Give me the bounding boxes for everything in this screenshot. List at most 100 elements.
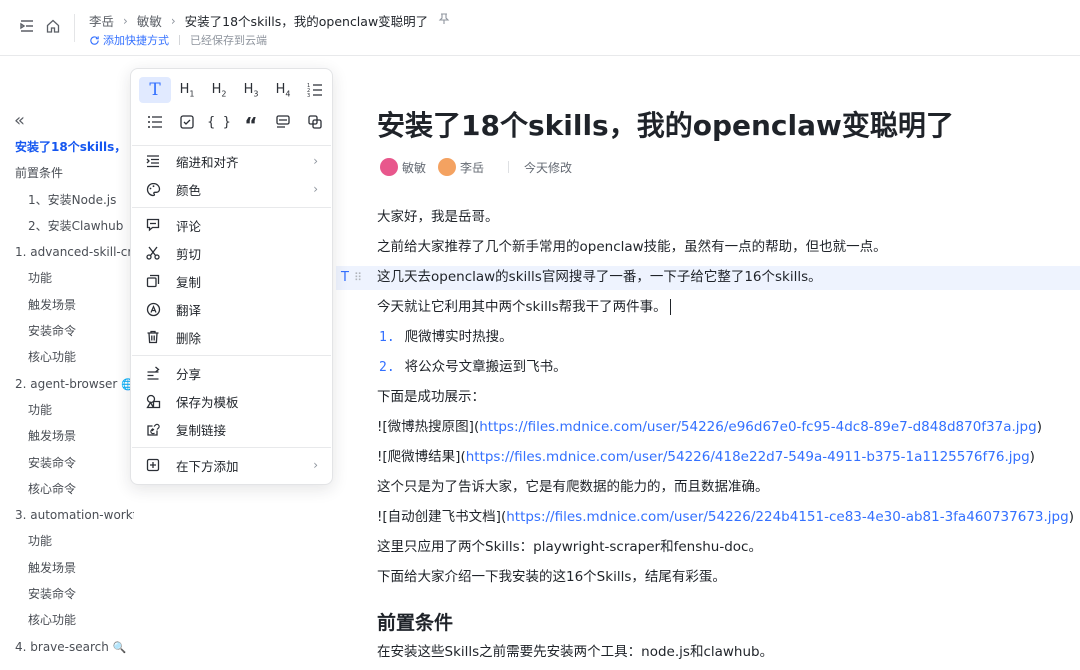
paragraph[interactable]: 之前给大家推荐了几个新手常用的openclaw技能，虽然有一点的帮助，但也就一点… — [377, 237, 887, 257]
outline-item[interactable]: 安装命令 — [0, 581, 134, 607]
heading2-button[interactable]: H2 — [203, 77, 235, 103]
add-shortcut-link[interactable]: 添加快捷方式 — [89, 32, 169, 48]
pin-icon[interactable] — [438, 13, 450, 28]
quote-button[interactable]: “ — [235, 109, 267, 135]
menu-item-indent-align[interactable]: 缩进和对齐 › — [131, 147, 332, 175]
paragraph-selected[interactable]: 这几天去openclaw的skills官网搜寻了一番，一下子给它整了16个ski… — [377, 267, 822, 287]
menu-item-comment[interactable]: 评论 — [131, 211, 332, 239]
toggle-sidebar-icon[interactable] — [18, 17, 36, 35]
outline-item[interactable]: 2、安装Clawhub — [0, 213, 134, 239]
paragraph[interactable]: 今天就让它利用其中两个skills帮我干了两件事。 — [377, 297, 671, 317]
code-braces-icon: { } — [207, 114, 231, 130]
menu-item-label: 评论 — [176, 218, 202, 234]
paragraph[interactable]: 这里只应用了两个Skills：playwright-scraper和fenshu… — [377, 537, 762, 557]
outline-item[interactable]: 触发场景 — [0, 423, 134, 449]
plus-square-icon — [145, 457, 161, 473]
format-toolbar-row-1: T H1 H2 H3 H4 123 — [139, 77, 331, 103]
outline-item-label: 安装命令 — [28, 587, 77, 602]
outline-item[interactable]: 核心功能 — [0, 607, 134, 633]
outline-item-label: 触发场景 — [28, 560, 77, 575]
image-markdown-line[interactable]: ![爬微博结果](https://files.mdnice.com/user/5… — [377, 447, 1035, 467]
text-format-button[interactable]: T — [139, 77, 171, 103]
menu-item-label: 复制链接 — [176, 422, 227, 438]
outline-item[interactable]: 功能 — [0, 397, 134, 423]
menu-item-translate[interactable]: 翻译 — [131, 295, 332, 323]
image-markdown-line[interactable]: ![自动创建飞书文档](https://files.mdnice.com/use… — [377, 507, 1074, 527]
heading1-button[interactable]: H1 — [171, 77, 203, 103]
paragraph[interactable]: 下面给大家介绍一下我安装的这16个Skills，结尾有彩蛋。 — [377, 567, 726, 587]
list-number: 2. — [379, 360, 395, 375]
section-heading[interactable]: 前置条件 — [377, 608, 453, 635]
breadcrumb-item-root[interactable]: 李岳 — [89, 11, 114, 30]
author-chip[interactable]: 敏敏 — [380, 158, 426, 176]
outline-item[interactable]: 触发场景 — [0, 292, 134, 318]
image-link[interactable]: https://files.mdnice.com/user/54226/224b… — [506, 509, 1068, 525]
heading3-button[interactable]: H3 — [235, 77, 267, 103]
modified-time: 今天修改 — [524, 160, 573, 175]
breadcrumb-item-current[interactable]: 安装了18个skills，我的openclaw变聪明了 — [185, 11, 429, 30]
menu-item-save-template[interactable]: 保存为模板 — [131, 387, 332, 415]
outline-item[interactable]: 3. automation-workflows😈 — [0, 502, 134, 528]
menu-divider — [132, 145, 331, 146]
outline-item[interactable]: 触发场景 — [0, 555, 134, 581]
translate-icon — [145, 301, 161, 317]
todo-button[interactable] — [171, 109, 203, 135]
sync-block-button[interactable] — [299, 109, 331, 135]
menu-item-copy[interactable]: 复制 — [131, 267, 332, 295]
outline-item[interactable]: 功能 — [0, 528, 134, 554]
breadcrumb-item-folder[interactable]: 敏敏 — [137, 11, 162, 30]
image-link[interactable]: https://files.mdnice.com/user/54226/e96d… — [479, 419, 1036, 435]
menu-item-color[interactable]: 颜色 › — [131, 175, 332, 203]
outline-item[interactable]: 1. advanced-skill-creator — [0, 239, 134, 265]
author-chip[interactable]: 李岳 — [438, 158, 484, 176]
outline-item[interactable]: 安装命令 — [0, 450, 134, 476]
menu-item-label: 翻译 — [176, 302, 202, 318]
outline-item[interactable]: 功能 — [0, 265, 134, 291]
list-item[interactable]: 1. 爬微博实时热搜。 — [377, 327, 513, 348]
code-block-button[interactable]: { } — [203, 109, 235, 135]
paragraph[interactable]: 在安装这些Skills之前需要先安装两个工具：node.js和clawhub。 — [377, 642, 773, 662]
callout-icon — [276, 115, 290, 128]
menu-item-add-below[interactable]: 在下方添加 › — [131, 451, 332, 479]
collapse-outline-icon[interactable]: « — [14, 111, 25, 131]
header-divider — [74, 14, 75, 42]
outline-item-label: 安装命令 — [28, 324, 77, 339]
paragraph[interactable]: 下面是成功展示： — [377, 387, 485, 407]
image-alt-text: ![微博热搜原图]( — [377, 419, 480, 435]
h2-icon: H2 — [211, 81, 227, 99]
menu-item-delete[interactable]: 删除 — [131, 323, 332, 351]
outline-item[interactable]: 2. agent-browser 🌐 — [0, 371, 134, 397]
outline-item-label: 4. brave-search — [15, 639, 109, 654]
paragraph[interactable]: 这个只是为了告诉大家，它是有爬数据的能力的，而且数据准确。 — [377, 477, 769, 497]
image-markdown-line[interactable]: ![微博热搜原图](https://files.mdnice.com/user/… — [377, 417, 1042, 437]
home-icon[interactable] — [44, 17, 62, 35]
menu-item-cut[interactable]: 剪切 — [131, 239, 332, 267]
outline-item[interactable]: 前置条件 — [0, 160, 134, 186]
outline-item-label: 核心功能 — [28, 350, 77, 365]
menu-item-copy-link[interactable]: 复制链接 — [131, 415, 332, 443]
page-title[interactable]: 安装了18个skills，我的openclaw变聪明了 — [377, 104, 954, 144]
menu-item-label: 复制 — [176, 274, 202, 290]
outline-item-label: 功能 — [28, 402, 53, 417]
save-status: 已经保存到云端 — [190, 34, 267, 47]
image-link[interactable]: https://files.mdnice.com/user/54226/418e… — [466, 449, 1030, 465]
outline-item[interactable]: 安装命令 — [0, 318, 134, 344]
trash-icon — [145, 329, 161, 345]
list-number: 1. — [379, 330, 395, 345]
menu-divider — [132, 447, 331, 448]
ordered-list-button[interactable]: 123 — [299, 77, 331, 103]
list-item[interactable]: 2. 将公众号文章搬运到飞书。 — [377, 357, 567, 378]
outline-item[interactable]: 1、安装Node.js — [0, 187, 134, 213]
menu-item-share[interactable]: 分享 — [131, 359, 332, 387]
outline-emoji-icon: 🔍 — [112, 640, 127, 654]
callout-button[interactable] — [267, 109, 299, 135]
svg-text:3: 3 — [307, 93, 310, 98]
outline-item[interactable]: 4. brave-search 🔍 — [0, 634, 134, 660]
paragraph[interactable]: 大家好，我是岳哥。 — [377, 207, 499, 227]
bullet-list-button[interactable] — [139, 109, 171, 135]
heading4-button[interactable]: H4 — [267, 77, 299, 103]
outline-item[interactable]: 核心功能 — [0, 344, 134, 370]
outline-item[interactable]: 核心命令 — [0, 476, 134, 502]
block-handle[interactable]: T ⠿ — [341, 270, 362, 285]
outline-item[interactable]: 安装了18个skills， — [0, 134, 134, 160]
